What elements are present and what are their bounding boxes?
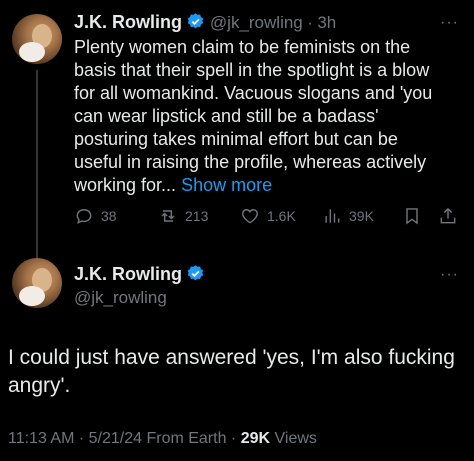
tweet-timestamp[interactable]: 11:13 AM · 5/21/24 From Earth · — [8, 430, 236, 447]
author-name[interactable]: J.K. Rowling — [74, 264, 182, 284]
tweet-text-line: working for... — [74, 175, 177, 195]
tweet-text-line: Plenty women claim to be feminists on th… — [74, 37, 411, 57]
more-options-icon[interactable]: ··· — [440, 266, 459, 284]
reply-icon — [76, 209, 92, 224]
bookmark-icon — [406, 208, 418, 225]
tweet-time[interactable]: 3h — [317, 13, 336, 32]
verified-badge-icon — [188, 13, 204, 29]
like-button[interactable]: 1.6K — [240, 206, 296, 226]
tweet-text-line: useful in raising the profile, whereas a… — [74, 152, 427, 172]
heart-icon — [242, 209, 258, 224]
repost-count: 213 — [185, 208, 209, 224]
repost-icon — [161, 210, 175, 222]
tweet-text-line: for all womankind. Vacuous slogans and '… — [74, 83, 433, 103]
tweet-text-line: can wear lipstick and still be a badass' — [74, 106, 379, 126]
like-count: 1.6K — [267, 208, 296, 224]
tweet-text: I could just have answered 'yes, I'm als… — [8, 344, 468, 400]
share-icon — [440, 207, 456, 224]
avatar[interactable] — [12, 258, 62, 308]
views-count: 39K — [349, 208, 374, 224]
views-chart-icon — [325, 209, 340, 223]
tweet-meta: 11:13 AM · 5/21/24 From Earth · 29K View… — [8, 430, 317, 448]
author-handle[interactable]: @jk_rowling — [210, 13, 303, 32]
tweet-text-line: basis that their spell in the spotlight … — [74, 60, 430, 80]
tweet-text-line: angry'. — [8, 374, 71, 397]
views-label: Views — [274, 430, 317, 447]
author-name[interactable]: J.K. Rowling — [74, 12, 182, 32]
more-options-icon[interactable]: ··· — [440, 14, 459, 32]
author-handle[interactable]: @jk_rowling — [74, 288, 167, 308]
tweet-text-line: I could just have answered 'yes, I'm als… — [8, 346, 455, 369]
verified-badge-icon — [188, 265, 204, 281]
repost-button[interactable]: 213 — [158, 206, 208, 226]
views-count: 29K — [240, 430, 271, 447]
show-more-link[interactable]: Show more — [181, 175, 272, 195]
thread-line — [36, 70, 38, 258]
avatar[interactable] — [12, 14, 62, 64]
reply-button[interactable]: 38 — [74, 206, 117, 226]
separator-dot: · — [307, 13, 313, 32]
tweet-text-line: posturing takes minimal effort but can b… — [74, 129, 398, 149]
tweet-text: Plenty women claim to be feminists on th… — [74, 36, 466, 197]
share-button[interactable] — [438, 206, 458, 226]
views-button[interactable]: 39K — [322, 206, 374, 226]
reply-count: 38 — [101, 208, 117, 224]
bookmark-button[interactable] — [402, 206, 422, 226]
